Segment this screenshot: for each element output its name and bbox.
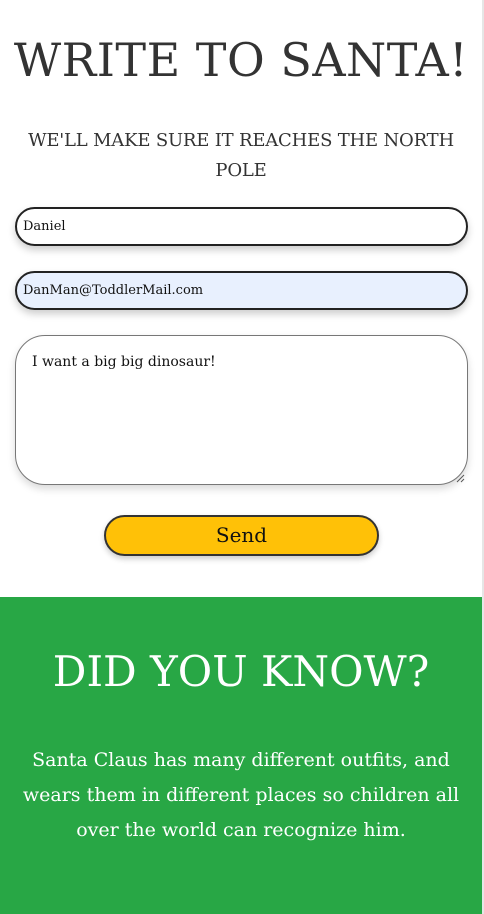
message-field[interactable]: I want a big big dinosaur! xyxy=(15,335,468,485)
email-field[interactable] xyxy=(15,271,468,310)
send-button[interactable]: Send xyxy=(104,515,379,556)
facts-title: DID YOU KNOW? xyxy=(52,647,430,696)
did-you-know-section: DID YOU KNOW? Santa Claus has many diffe… xyxy=(0,597,482,914)
name-field[interactable] xyxy=(15,207,468,246)
page-subtitle: WE'LL MAKE SURE IT REACHES THE NORTH POL… xyxy=(28,130,454,181)
facts-text: Santa Claus has many different outfits, … xyxy=(22,749,460,841)
resize-handle-icon[interactable] xyxy=(456,474,465,483)
page-title: WRITE TO SANTA! xyxy=(13,33,469,87)
